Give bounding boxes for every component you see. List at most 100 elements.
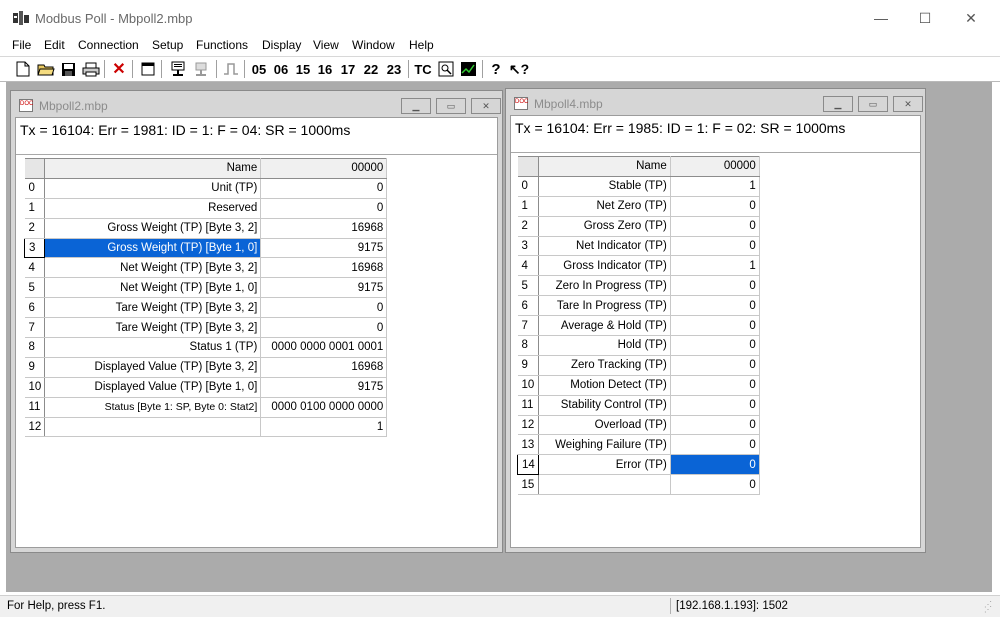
row-name[interactable]: Reserved [44, 198, 262, 219]
row-value[interactable]: 0 [260, 297, 388, 319]
row-name[interactable] [538, 474, 671, 496]
log-view-icon[interactable] [436, 59, 456, 79]
name-column-header[interactable]: Name [538, 156, 671, 177]
address-column-header[interactable]: 00000 [670, 156, 760, 177]
menu-setup[interactable]: Setup [152, 38, 183, 52]
fc-16-button[interactable]: 16 [316, 59, 334, 79]
fc-23-button[interactable]: 23 [385, 59, 403, 79]
table-row[interactable]: 4 Net Weight (TP) [Byte 3, 2] 16968 [24, 257, 388, 279]
row-value[interactable]: 1 [670, 255, 760, 277]
resize-grip-icon[interactable]: ⋰ ⋰ [984, 601, 996, 614]
print-icon[interactable] [81, 59, 101, 79]
row-name[interactable]: Gross Weight (TP) [Byte 3, 2] [44, 218, 262, 239]
close-button[interactable]: ✕ [948, 0, 994, 36]
row-name[interactable]: Net Weight (TP) [Byte 1, 0] [44, 277, 262, 299]
row-value[interactable]: 0000 0000 0001 0001 [260, 337, 388, 358]
row-name[interactable]: Net Zero (TP) [538, 196, 671, 217]
row-name[interactable]: Tare Weight (TP) [Byte 3, 2] [44, 317, 262, 339]
table-row[interactable]: 0 Stable (TP) 1 [517, 176, 760, 197]
table-row[interactable]: 6 Tare In Progress (TP) 0 [517, 295, 760, 317]
fc-17-button[interactable]: 17 [339, 59, 357, 79]
menu-view[interactable]: View [313, 38, 339, 52]
row-value[interactable]: 0 [670, 216, 760, 237]
row-name[interactable]: Status 1 (TP) [44, 337, 262, 358]
child-minimize-button[interactable]: ▁ [823, 96, 853, 112]
table-row[interactable]: 12 1 [24, 417, 388, 438]
table-row[interactable]: 5 Net Weight (TP) [Byte 1, 0] 9175 [24, 277, 388, 299]
menu-edit[interactable]: Edit [44, 38, 65, 52]
table-row[interactable]: 8 Hold (TP) 0 [517, 335, 760, 356]
table-row[interactable]: 12 Overload (TP) 0 [517, 415, 760, 436]
address-column-header[interactable]: 00000 [260, 158, 388, 179]
row-value[interactable]: 0 [260, 317, 388, 339]
row-value[interactable]: 0000 0100 0000 0000 [260, 397, 388, 418]
table-row[interactable]: 0 Unit (TP) 0 [24, 178, 388, 199]
row-name[interactable]: Status [Byte 1: SP, Byte 0: Stat2] [44, 397, 262, 418]
row-name[interactable]: Error (TP) [538, 454, 671, 476]
delete-icon[interactable]: ✕ [110, 59, 128, 79]
menu-display[interactable]: Display [262, 38, 301, 52]
table-row[interactable]: 5 Zero In Progress (TP) 0 [517, 275, 760, 297]
row-name[interactable]: Average & Hold (TP) [538, 315, 671, 337]
child-titlebar[interactable]: DOC Mbpoll4.mbp ▁ ▭ ✕ [510, 93, 923, 115]
menu-file[interactable]: File [12, 38, 31, 52]
menu-functions[interactable]: Functions [196, 38, 248, 52]
table-row[interactable]: 6 Tare Weight (TP) [Byte 3, 2] 0 [24, 297, 388, 319]
row-value[interactable]: 9175 [260, 377, 388, 398]
row-value[interactable]: 0 [670, 335, 760, 356]
table-row[interactable]: 10 Motion Detect (TP) 0 [517, 375, 760, 396]
row-value[interactable]: 0 [260, 178, 388, 199]
row-name[interactable]: Zero Tracking (TP) [538, 355, 671, 376]
save-icon[interactable] [59, 59, 77, 79]
table-row[interactable]: 2 Gross Weight (TP) [Byte 3, 2] 16968 [24, 218, 388, 239]
table-row[interactable]: 9 Displayed Value (TP) [Byte 3, 2] 16968 [24, 357, 388, 378]
table-row[interactable]: 3 Gross Weight (TP) [Byte 1, 0] 9175 [23, 237, 388, 259]
fc-22-button[interactable]: 22 [362, 59, 380, 79]
row-name[interactable]: Displayed Value (TP) [Byte 1, 0] [44, 377, 262, 398]
tc-button[interactable]: TC [413, 59, 433, 79]
table-row[interactable]: 2 Gross Zero (TP) 0 [517, 216, 760, 237]
menu-window[interactable]: Window [352, 38, 395, 52]
fc-06-button[interactable]: 06 [272, 59, 290, 79]
row-value[interactable]: 0 [670, 275, 760, 297]
row-value[interactable]: 9175 [260, 277, 388, 299]
row-name-selected[interactable]: Gross Weight (TP) [Byte 1, 0] [44, 238, 262, 259]
row-value[interactable]: 16968 [260, 218, 388, 239]
table-row[interactable]: 10 Displayed Value (TP) [Byte 1, 0] 9175 [24, 377, 388, 398]
context-help-icon[interactable]: ↖? [509, 59, 529, 79]
child-minimize-button[interactable]: ▁ [401, 98, 431, 114]
row-name[interactable]: Tare In Progress (TP) [538, 295, 671, 317]
row-value[interactable]: 0 [670, 395, 760, 416]
row-value[interactable]: 0 [670, 474, 760, 496]
row-value[interactable]: 0 [670, 315, 760, 337]
connect-icon[interactable] [168, 59, 188, 79]
minimize-button[interactable]: — [858, 0, 904, 36]
chart-icon[interactable] [458, 59, 478, 79]
row-value[interactable]: 0 [670, 415, 760, 436]
row-value[interactable]: 16968 [260, 257, 388, 279]
menu-connection[interactable]: Connection [78, 38, 139, 52]
child-titlebar[interactable]: DOC Mbpoll2.mbp ▁ ▭ ✕ [15, 95, 501, 117]
table-row[interactable]: 11 Stability Control (TP) 0 [517, 395, 760, 416]
row-name[interactable] [44, 417, 262, 438]
row-name[interactable]: Hold (TP) [538, 335, 671, 356]
row-value[interactable]: 0 [670, 295, 760, 317]
disconnect-icon[interactable] [191, 59, 211, 79]
row-value[interactable]: 1 [670, 176, 760, 197]
row-value[interactable]: 0 [670, 434, 760, 456]
row-name[interactable]: Zero In Progress (TP) [538, 275, 671, 297]
row-name[interactable]: Weighing Failure (TP) [538, 434, 671, 456]
row-name[interactable]: Gross Indicator (TP) [538, 255, 671, 277]
row-name[interactable]: Tare Weight (TP) [Byte 3, 2] [44, 297, 262, 319]
row-name[interactable]: Motion Detect (TP) [538, 375, 671, 396]
table-row[interactable]: 1 Net Zero (TP) 0 [517, 196, 760, 217]
fc-15-button[interactable]: 15 [294, 59, 312, 79]
row-name[interactable]: Overload (TP) [538, 415, 671, 436]
table-row[interactable]: 11 Status [Byte 1: SP, Byte 0: Stat2] 0000… [24, 397, 388, 418]
row-name[interactable]: Displayed Value (TP) [Byte 3, 2] [44, 357, 262, 378]
open-folder-icon[interactable] [36, 59, 56, 79]
row-name[interactable]: Net Weight (TP) [Byte 3, 2] [44, 257, 262, 279]
row-value[interactable]: 0 [670, 236, 760, 257]
new-file-icon[interactable] [14, 59, 32, 79]
table-row[interactable]: 7 Average & Hold (TP) 0 [517, 315, 760, 337]
